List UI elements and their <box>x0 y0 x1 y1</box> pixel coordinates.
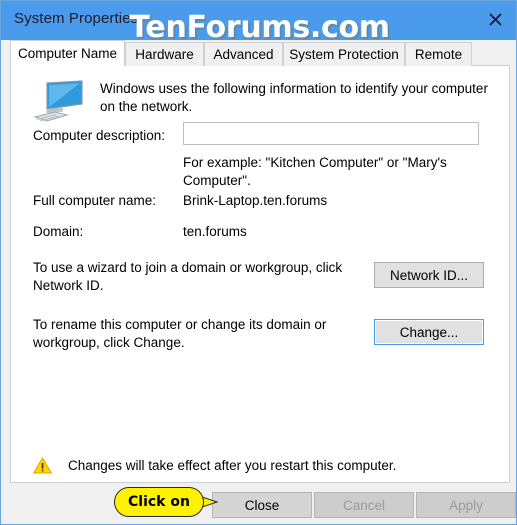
callout-bubble: Click on <box>114 487 204 517</box>
rename-description: To rename this computer or change its do… <box>33 317 327 350</box>
computer-description-example: For example: "Kitchen Computer" or "Mary… <box>183 155 447 188</box>
full-computer-name-value: Brink-Laptop.ten.forums <box>183 193 328 208</box>
dialog-footer: Close Cancel Apply <box>2 484 516 524</box>
cancel-button: Cancel <box>314 492 414 518</box>
network-id-button-label: Network ID... <box>389 267 468 283</box>
tab-strip: Computer Name Hardware Advanced System P… <box>10 40 510 66</box>
tab-hardware[interactable]: Hardware <box>125 42 204 66</box>
tab-label: Advanced <box>213 47 274 62</box>
close-icon[interactable] <box>472 1 516 38</box>
network-id-button[interactable]: Network ID... <box>374 262 484 288</box>
computer-monitor-icon <box>33 80 83 122</box>
computer-description-input[interactable] <box>183 122 479 145</box>
tab-label: Computer Name <box>17 46 118 61</box>
domain-label: Domain: <box>33 224 84 239</box>
tab-remote[interactable]: Remote <box>405 42 472 66</box>
tab-system-protection[interactable]: System Protection <box>283 42 405 66</box>
tab-content-panel: Windows uses the following information t… <box>10 65 510 483</box>
computer-description-label: Computer description: <box>33 128 166 143</box>
apply-button: Apply <box>416 492 516 518</box>
tab-label: System Protection <box>289 47 399 62</box>
apply-button-label: Apply <box>449 497 483 513</box>
tab-advanced[interactable]: Advanced <box>204 42 283 66</box>
callout-label: Click on <box>128 494 190 510</box>
domain-value: ten.forums <box>183 224 247 239</box>
click-on-callout: Click on <box>114 487 218 517</box>
full-computer-name-label: Full computer name: <box>33 193 157 208</box>
restart-warning-text: Changes will take effect after you resta… <box>68 458 397 473</box>
close-button-label: Close <box>244 497 280 513</box>
close-button[interactable]: Close <box>212 492 312 518</box>
tab-label: Hardware <box>135 47 194 62</box>
cancel-button-label: Cancel <box>342 497 386 513</box>
window-title: System Properties <box>14 10 139 27</box>
change-button[interactable]: Change... <box>374 319 484 345</box>
tab-computer-name[interactable]: Computer Name <box>10 40 125 66</box>
change-button-label: Change... <box>399 324 459 340</box>
close-x-glyph <box>488 13 502 26</box>
tab-label: Remote <box>414 47 463 62</box>
title-bar: System Properties <box>1 1 516 40</box>
restart-warning: Changes will take effect after you resta… <box>33 457 396 474</box>
intro-text: Windows uses the following information t… <box>100 81 488 114</box>
warning-triangle-icon <box>33 457 52 474</box>
system-properties-dialog: System Properties TenForums.com Computer… <box>0 0 517 525</box>
network-id-description: To use a wizard to join a domain or work… <box>33 260 343 293</box>
